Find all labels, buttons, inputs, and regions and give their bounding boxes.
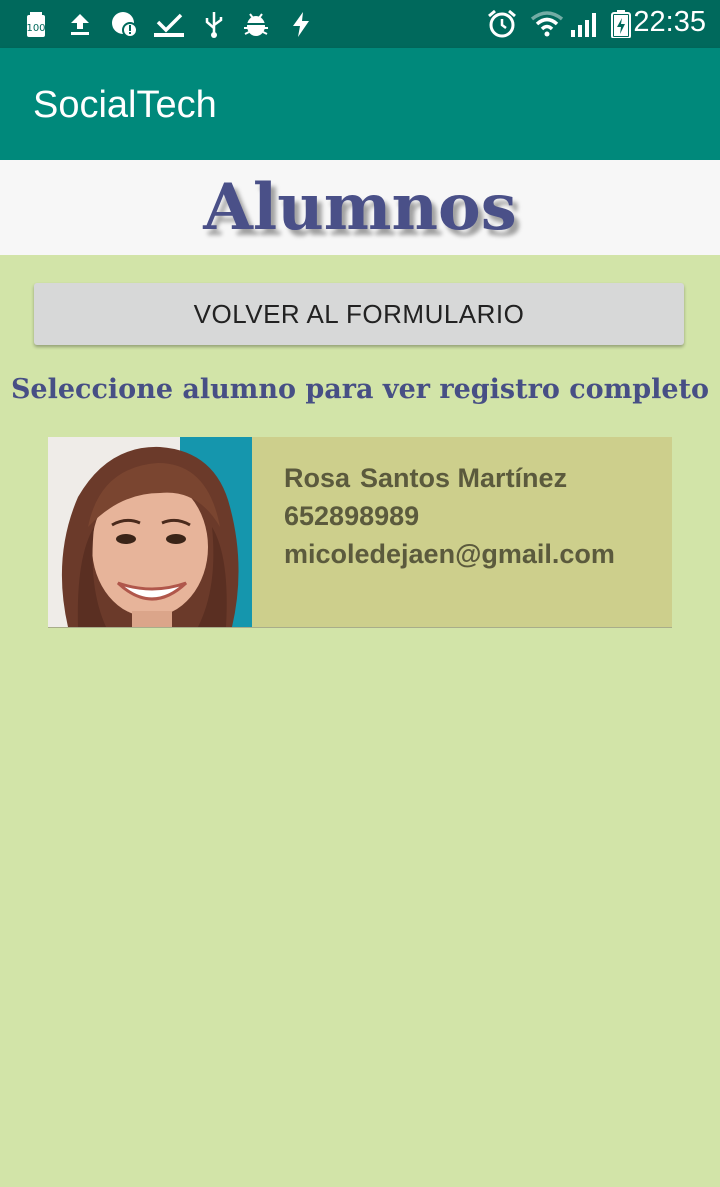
student-phone: 652898989 [284,501,420,531]
app-alert-icon [112,12,138,38]
student-name: Rosa Santos Martínez [284,459,615,497]
usb-icon [205,12,223,38]
download-done-icon [154,13,184,37]
student-info: Rosa Santos Martínez 652898989 micoledeja… [284,459,615,573]
battery-badge: 100 [26,23,45,34]
battery-100-icon: 100 [26,12,46,37]
back-to-form-button[interactable]: VOLVER AL FORMULARIO [34,283,684,345]
student-list-item[interactable]: Rosa Santos Martínez 652898989 micoledeja… [48,437,672,628]
student-email: micoledejaen@gmail.com [284,539,615,569]
student-first-name: Rosa [284,463,351,493]
status-time: 22:35 [633,6,706,38]
flash-icon [293,12,309,37]
upload-icon [71,14,89,35]
page-title: Alumnos [203,170,517,245]
status-bar: 100 22:35 [0,0,720,48]
app-bar: SocialTech [0,48,720,160]
signal-icon [571,13,596,37]
alarm-icon [488,9,516,38]
instructions-text: Seleccione alumno para ver registro comp… [10,374,710,405]
android-debug-icon [244,13,268,36]
battery-charging-icon [611,10,631,38]
app-title: SocialTech [33,84,217,126]
wifi-icon [530,11,564,37]
student-photo [48,437,252,627]
student-last-name: Santos Martínez [360,463,568,493]
header-banner: Alumnos [0,160,720,255]
